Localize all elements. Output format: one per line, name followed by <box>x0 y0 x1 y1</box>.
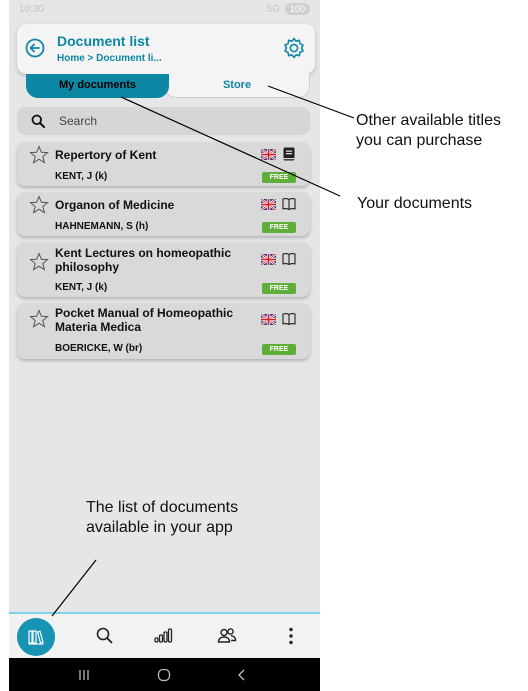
list-callout-line <box>51 559 97 617</box>
store-callout-line <box>267 85 355 119</box>
list-annotation: The list of documents available in your … <box>86 499 239 536</box>
docs-callout-line <box>120 96 341 197</box>
store-annotation: Other available titles you can purchase <box>356 112 501 149</box>
documents-annotation: Your documents <box>357 195 473 212</box>
annotation-lines <box>51 85 355 617</box>
